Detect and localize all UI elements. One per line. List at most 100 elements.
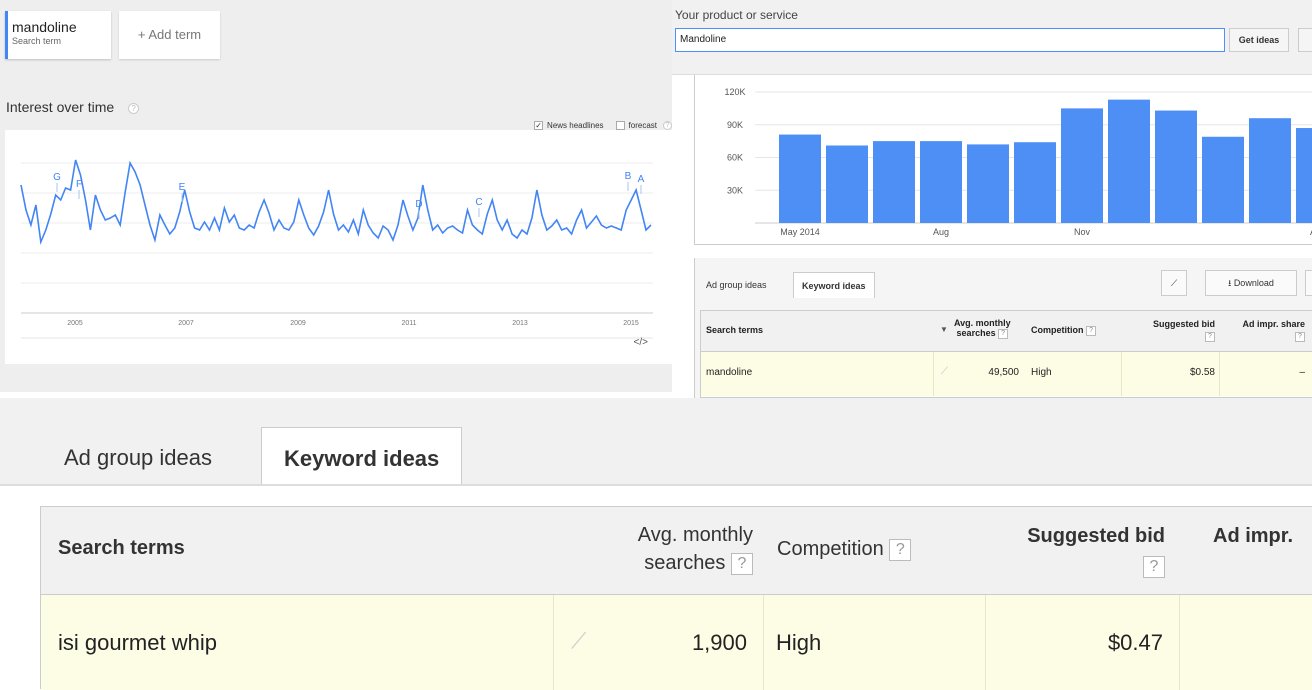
monthly-searches-bar[interactable] <box>1155 110 1197 223</box>
sort-desc-icon[interactable]: ▼ <box>940 325 948 334</box>
help-icon[interactable]: ? <box>1295 331 1305 342</box>
news-marker[interactable]: E <box>179 182 186 193</box>
chart-toggle-icon[interactable]: ⟋ <box>1161 270 1187 296</box>
column-divider <box>933 352 934 396</box>
tab-ad-group-ideas[interactable]: Ad group ideas <box>698 272 775 298</box>
search-term-text: mandoline <box>12 19 77 35</box>
col-search-terms[interactable]: Search terms <box>58 537 185 560</box>
year-tick-label: 2007 <box>178 320 194 327</box>
column-divider <box>763 595 764 690</box>
monthly-searches-bar[interactable] <box>967 144 1009 223</box>
secondary-button[interactable] <box>1298 28 1312 52</box>
trend-chart-card: ✓ News headlines forecast ? G F E D C BA 2005… <box>5 121 672 364</box>
x-tick-label: May 2014 <box>780 227 820 237</box>
column-divider <box>1179 595 1180 690</box>
col-bid-label: Suggested bid <box>1152 319 1215 329</box>
row-searches: 49,500 <box>988 367 1019 378</box>
product-header: Your product or service Mandoline Get id… <box>672 0 1312 75</box>
table-row[interactable]: isi gourmet whip ⟋ 1,900 High $0.47 <box>41 595 1312 690</box>
search-term-chip[interactable]: mandoline Search term <box>5 11 111 59</box>
table-row[interactable]: mandoline ⟋ 49,500 High $0.58 – <box>701 352 1312 396</box>
col-competition-label: Competition <box>777 538 884 560</box>
table-header: Search terms ▼ Avg. monthly searches ? C… <box>701 311 1312 352</box>
column-divider <box>985 595 986 690</box>
help-icon[interactable]: ? <box>998 328 1009 339</box>
x-tick-label: Nov <box>1074 227 1091 237</box>
col-suggested-bid[interactable]: Suggested bid? <box>1143 318 1215 342</box>
help-icon[interactable]: ? <box>731 552 753 575</box>
news-marker[interactable]: B <box>625 171 632 182</box>
monthly-searches-bar[interactable] <box>779 134 821 223</box>
news-marker[interactable]: G <box>53 172 61 183</box>
col-avg-monthly[interactable]: Avg. monthly searches ? <box>954 318 1011 339</box>
monthly-searches-bar[interactable] <box>1202 136 1244 223</box>
download-label: Download <box>1233 278 1274 288</box>
col-avg-monthly[interactable]: Avg. monthly searches ? <box>601 521 753 577</box>
get-ideas-button[interactable]: Get ideas <box>1229 28 1289 52</box>
column-divider <box>553 595 554 690</box>
interest-series-line <box>20 159 652 246</box>
col-competition[interactable]: Competition ? <box>777 538 912 561</box>
help-icon[interactable]: ? <box>1143 555 1165 578</box>
trends-panel: mandoline Search term + Add term Interes… <box>0 0 672 392</box>
monthly-searches-bar[interactable] <box>920 141 962 223</box>
help-icon[interactable]: ? <box>1086 325 1097 336</box>
monthly-searches-bar[interactable] <box>1296 128 1312 223</box>
download-button[interactable]: ⭳ Download <box>1205 270 1297 296</box>
monthly-searches-chart-box: 120K90K60K30KMay 2014AugNovApr <box>694 75 1312 245</box>
col-share-label: Ad impr. share <box>1242 319 1305 329</box>
col-competition[interactable]: Competition ? <box>1031 325 1097 336</box>
keyword-table-large: Search terms Avg. monthly searches ? Com… <box>40 506 1312 690</box>
col-avg-line1: Avg. monthly <box>637 524 753 546</box>
tab-ad-group-ideas[interactable]: Ad group ideas <box>42 427 234 487</box>
x-tick-label: Aug <box>933 227 949 237</box>
col-avg-line2: searches <box>644 552 726 574</box>
monthly-searches-bar[interactable] <box>1249 118 1291 223</box>
help-icon[interactable]: ? <box>889 538 912 561</box>
column-divider <box>1219 352 1220 396</box>
row-bid: $0.47 <box>1107 630 1163 655</box>
monthly-searches-bar[interactable] <box>1108 99 1150 223</box>
more-button[interactable] <box>1305 270 1312 296</box>
col-ad-impr[interactable]: Ad impr. <box>1213 521 1293 551</box>
embed-code-icon[interactable]: </> <box>634 337 648 348</box>
monthly-searches-bar[interactable] <box>1014 142 1056 223</box>
table-header: Search terms Avg. monthly searches ? Com… <box>41 507 1312 595</box>
help-icon[interactable]: ? <box>1205 331 1215 342</box>
forecast-help-icon[interactable]: ? <box>663 121 672 130</box>
col-search-terms[interactable]: Search terms <box>706 325 763 335</box>
product-label: Your product or service <box>675 8 798 22</box>
forecast-checkbox[interactable] <box>615 121 625 130</box>
interest-over-time-title: Interest over time ? <box>6 99 140 115</box>
news-headlines-checkbox[interactable]: ✓ <box>534 121 544 130</box>
add-term-button[interactable]: + Add term <box>119 11 220 59</box>
help-icon[interactable]: ? <box>128 102 140 114</box>
y-tick-label: 30K <box>727 185 743 195</box>
news-marker[interactable]: F <box>76 179 82 190</box>
row-share: – <box>1299 367 1305 378</box>
keyword-table-wrapper: Search terms Avg. monthly searches ? Com… <box>0 486 1312 690</box>
row-competition: High <box>776 630 822 655</box>
col-ad-impr-share[interactable]: Ad impr. share? <box>1225 318 1305 342</box>
monthly-searches-bar[interactable] <box>1061 108 1103 223</box>
trend-chart-icon[interactable]: ⟋ <box>571 628 586 654</box>
row-term: isi gourmet whip <box>58 630 217 655</box>
monthly-searches-bar[interactable] <box>873 141 915 223</box>
year-tick-label: 2013 <box>512 320 528 327</box>
year-tick-label: 2011 <box>401 320 416 327</box>
col-suggested-bid[interactable]: Suggested bid? <box>981 521 1165 581</box>
col-avg-line1: Avg. monthly <box>954 318 1011 328</box>
product-input[interactable]: Mandoline <box>675 28 1225 52</box>
y-tick-label: 90K <box>727 120 743 130</box>
search-term-sub: Search term <box>12 36 62 46</box>
news-marker[interactable]: D <box>415 199 422 210</box>
row-term: mandoline <box>706 367 753 378</box>
tab-keyword-ideas[interactable]: Keyword ideas <box>793 272 875 298</box>
col-competition-label: Competition <box>1031 325 1084 335</box>
trend-chart-icon[interactable]: ⟋ <box>941 366 948 377</box>
keyword-tabs: Ad group ideas Keyword ideas <box>0 412 1312 487</box>
news-marker[interactable]: A <box>638 174 645 185</box>
monthly-searches-bar[interactable] <box>826 145 868 223</box>
news-marker[interactable]: C <box>475 197 482 208</box>
tab-keyword-ideas[interactable]: Keyword ideas <box>261 427 463 487</box>
